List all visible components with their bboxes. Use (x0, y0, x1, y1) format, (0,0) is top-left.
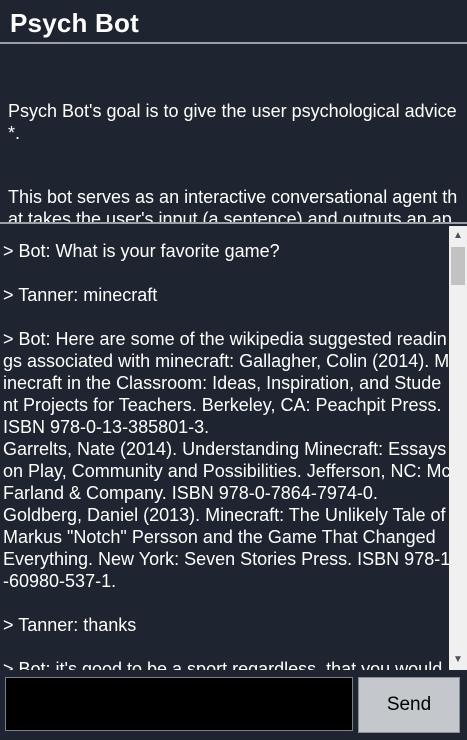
scroll-up-arrow-icon[interactable]: ▲ (449, 226, 467, 246)
header: Psych Bot (0, 0, 467, 44)
chat-scrollbar[interactable]: ▲ ▼ (449, 226, 467, 670)
chat-message: > Bot: it's good to be a sport regardles… (3, 659, 443, 670)
bot-description: Psych Bot's goal is to give the user psy… (0, 58, 467, 224)
chat-message: > Bot: What is your favorite game? (3, 241, 280, 261)
send-button[interactable]: Send (358, 677, 460, 733)
chat-message: > Bot: Here are some of the wikipedia su… (3, 329, 451, 591)
scrollbar-thumb[interactable] (451, 247, 465, 285)
chat-log: > Bot: What is your favorite game? > Tan… (3, 240, 451, 670)
description-details: This bot serves as an interactive conver… (8, 187, 458, 224)
chat-message: > Tanner: minecraft (3, 285, 158, 305)
app-title: Psych Bot (10, 8, 139, 38)
scroll-down-arrow-icon[interactable]: ▼ (449, 650, 467, 670)
chat-window: Psych Bot Psych Bot's goal is to give th… (0, 0, 467, 740)
message-input[interactable] (5, 677, 353, 731)
description-goal: Psych Bot's goal is to give the user psy… (8, 101, 457, 143)
chat-log-panel[interactable]: > Bot: What is your favorite game? > Tan… (0, 226, 467, 670)
chat-message: > Tanner: thanks (3, 615, 137, 635)
input-bar: Send (0, 670, 467, 740)
